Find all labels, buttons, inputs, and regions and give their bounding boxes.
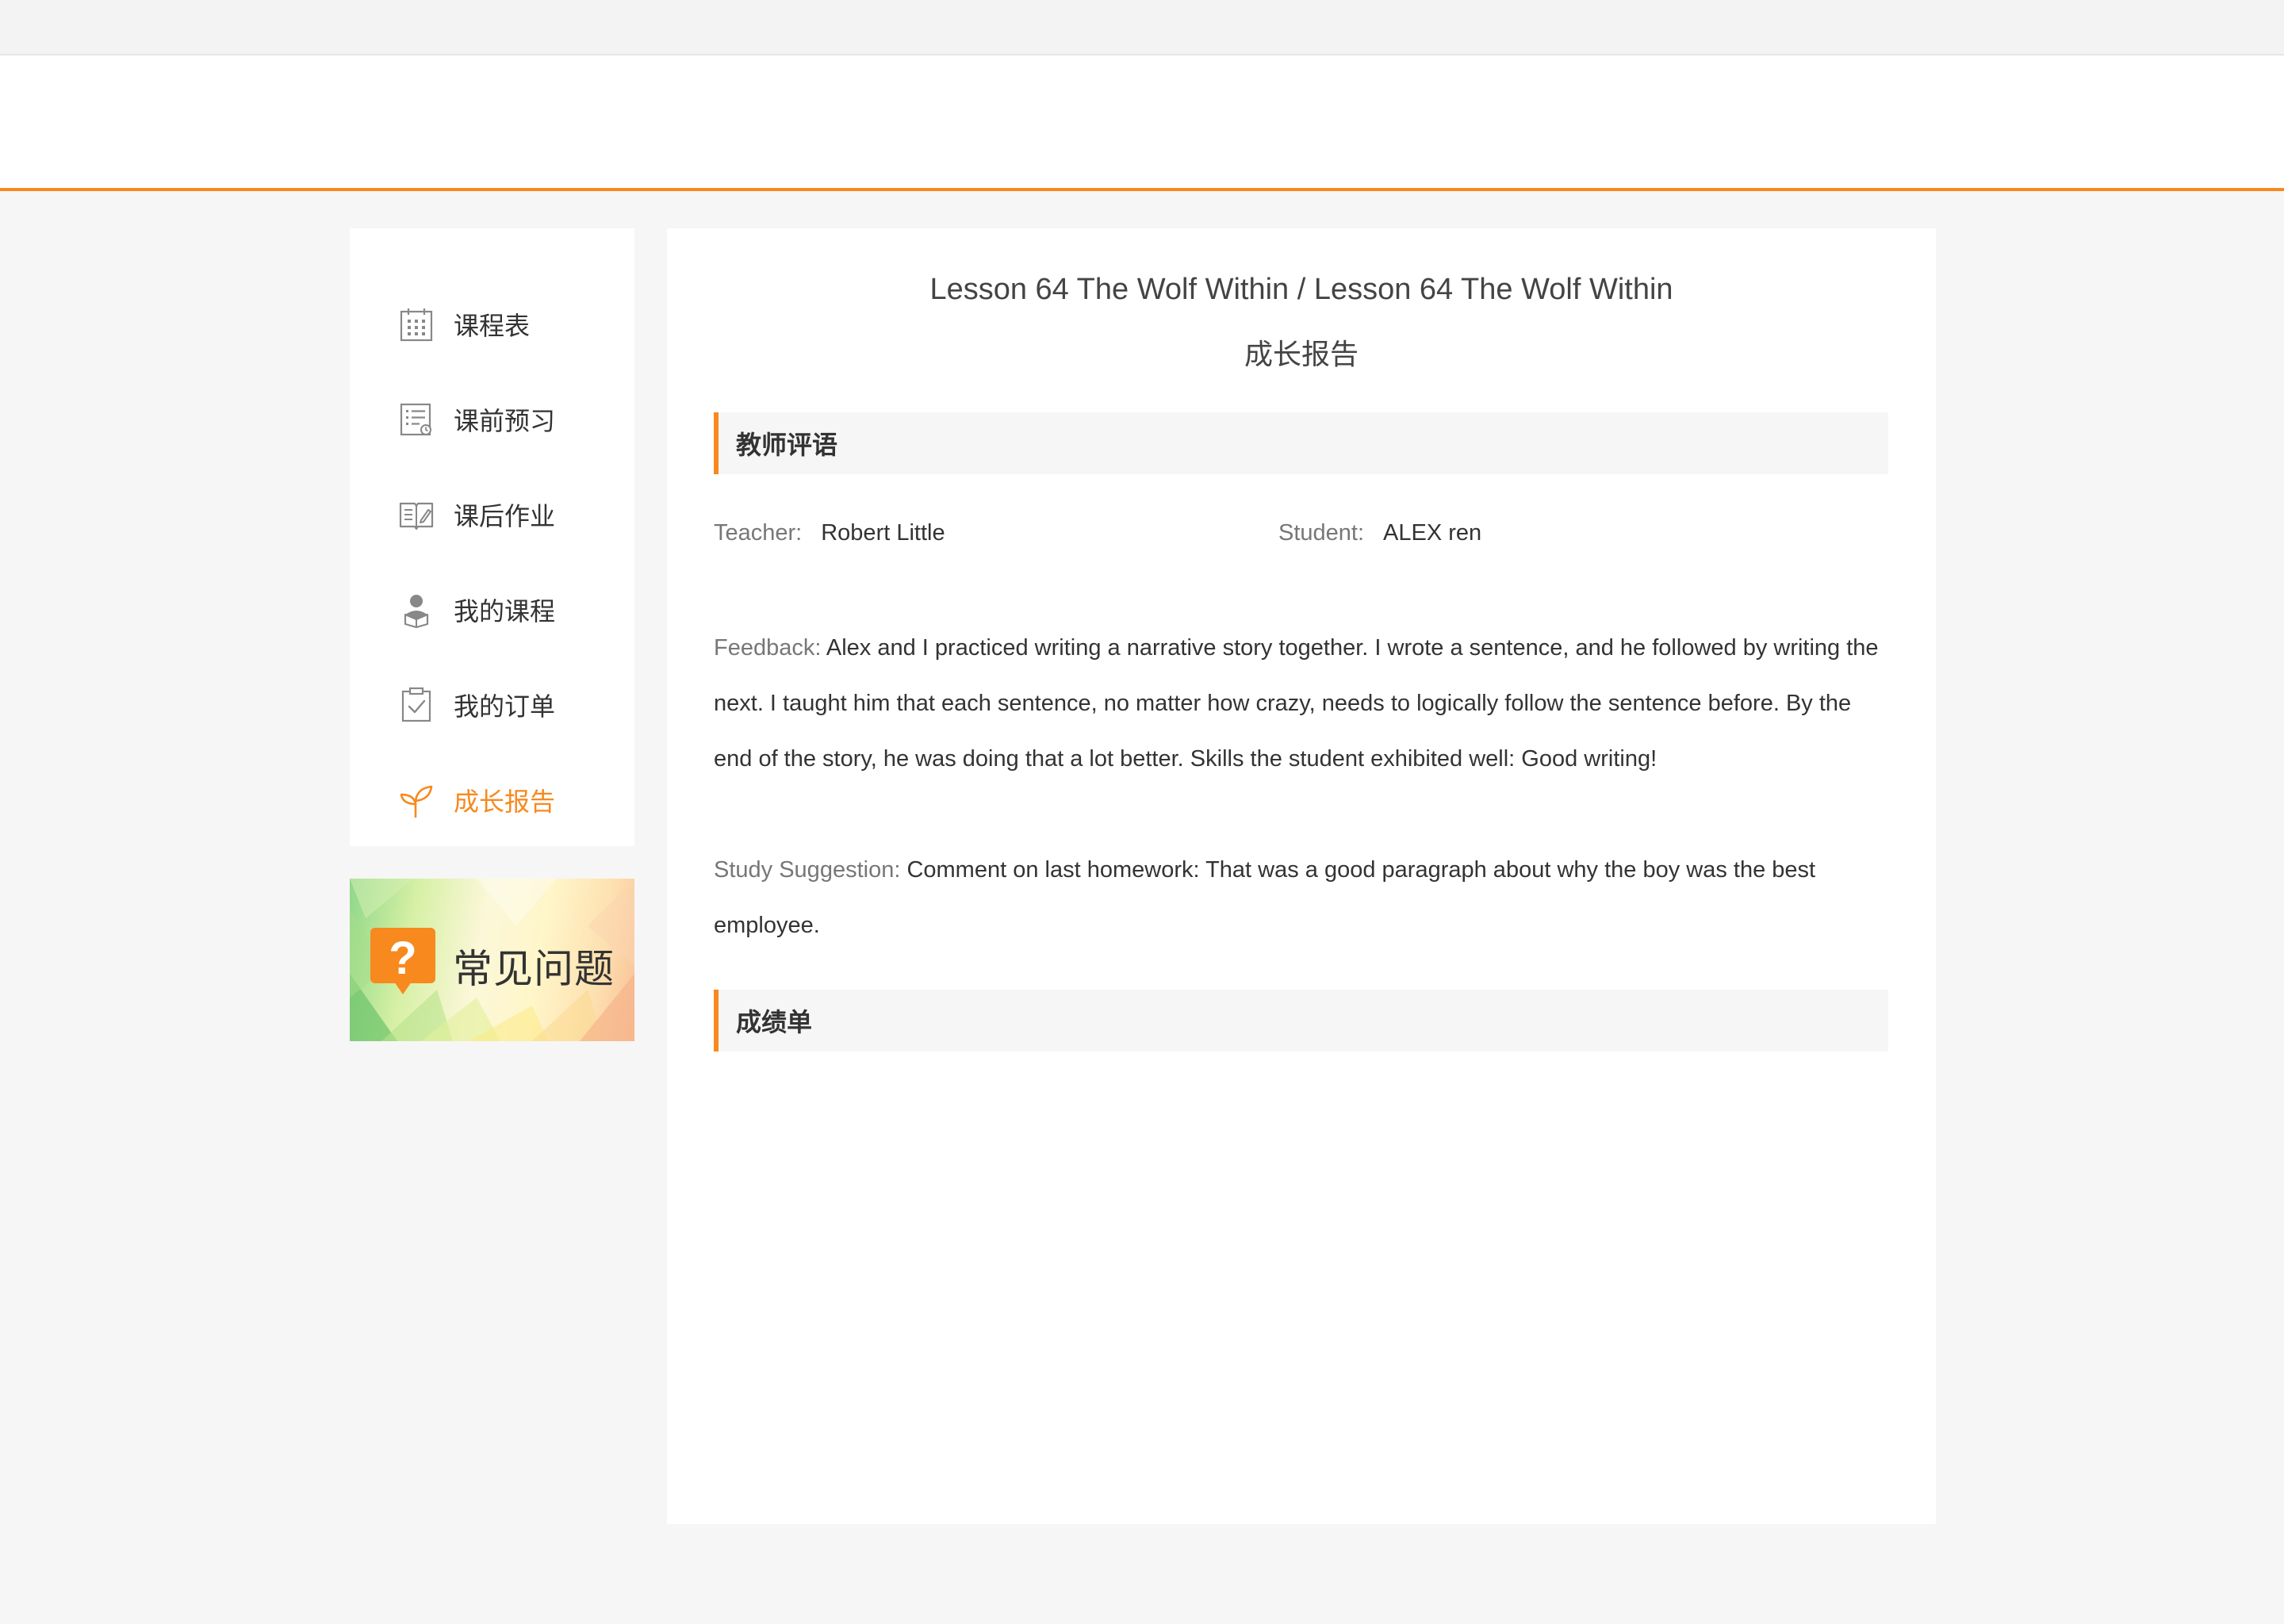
teacher-name: Robert Little: [821, 520, 945, 546]
section-label: 成绩单: [736, 1008, 813, 1036]
clipboard-check-icon: [401, 687, 431, 722]
faq-label: 常见问题: [453, 947, 615, 991]
sidebar-item-my-orders[interactable]: 我的订单: [350, 657, 634, 753]
sidebar-item-label: 课前预习: [454, 407, 556, 435]
sidebar-item-my-courses[interactable]: 我的课程: [350, 562, 634, 657]
study-suggestion-paragraph: Study Suggestion: Comment on last homewo…: [714, 842, 1895, 953]
student-label: Student:: [1278, 520, 1365, 546]
feedback-label: Feedback:: [714, 635, 822, 661]
faq-banner[interactable]: ? 常见问题: [350, 879, 634, 1041]
teacher-comments-section-header: 教师评语: [714, 412, 1888, 474]
study-suggestion-label: Study Suggestion:: [714, 857, 901, 883]
feedback-paragraph: Feedback: Alex and I practiced writing a…: [714, 620, 1895, 787]
page-title: 成长报告: [1244, 338, 1359, 370]
report-panel: Lesson 64 The Wolf Within / Lesson 64 Th…: [667, 228, 1936, 1524]
feedback-text: Alex and I practiced writing a narrative…: [714, 635, 1879, 772]
checklist-icon: [400, 403, 431, 436]
lesson-title: Lesson 64 The Wolf Within / Lesson 64 Th…: [929, 273, 1673, 306]
student-icon: [404, 595, 429, 628]
sidebar-nav: 课程表 课前预习 课后作业 我的课程 我的订单 成长报告: [350, 228, 634, 846]
section-label: 教师评语: [736, 431, 838, 459]
calendar-icon: [400, 308, 433, 342]
student-name: ALEX ren: [1383, 520, 1482, 546]
transcript-section-header: 成绩单: [714, 990, 1888, 1051]
sidebar-item-label: 课后作业: [454, 502, 556, 530]
site-header: [0, 56, 2284, 191]
open-book-icon: [399, 502, 434, 530]
sidebar-item-label: 我的订单: [454, 692, 556, 721]
sidebar-item-label: 我的课程: [454, 597, 556, 626]
sidebar-item-preview[interactable]: 课前预习: [350, 372, 634, 467]
question-bubble-icon: ?: [370, 928, 435, 994]
student-info: Student: ALEX ren: [1278, 520, 1481, 546]
browser-top-strip: [0, 0, 2284, 56]
sidebar-item-label: 成长报告: [454, 787, 556, 816]
sprout-icon: [400, 785, 433, 818]
sidebar-item-label: 课程表: [454, 312, 531, 340]
svg-text:?: ?: [389, 933, 416, 984]
teacher-label: Teacher:: [714, 520, 803, 546]
sidebar-item-homework[interactable]: 课后作业: [350, 467, 634, 562]
teacher-info: Teacher: Robert Little: [714, 520, 945, 546]
sidebar-item-schedule[interactable]: 课程表: [350, 277, 634, 372]
sidebar-item-growth-report[interactable]: 成长报告: [350, 753, 634, 848]
